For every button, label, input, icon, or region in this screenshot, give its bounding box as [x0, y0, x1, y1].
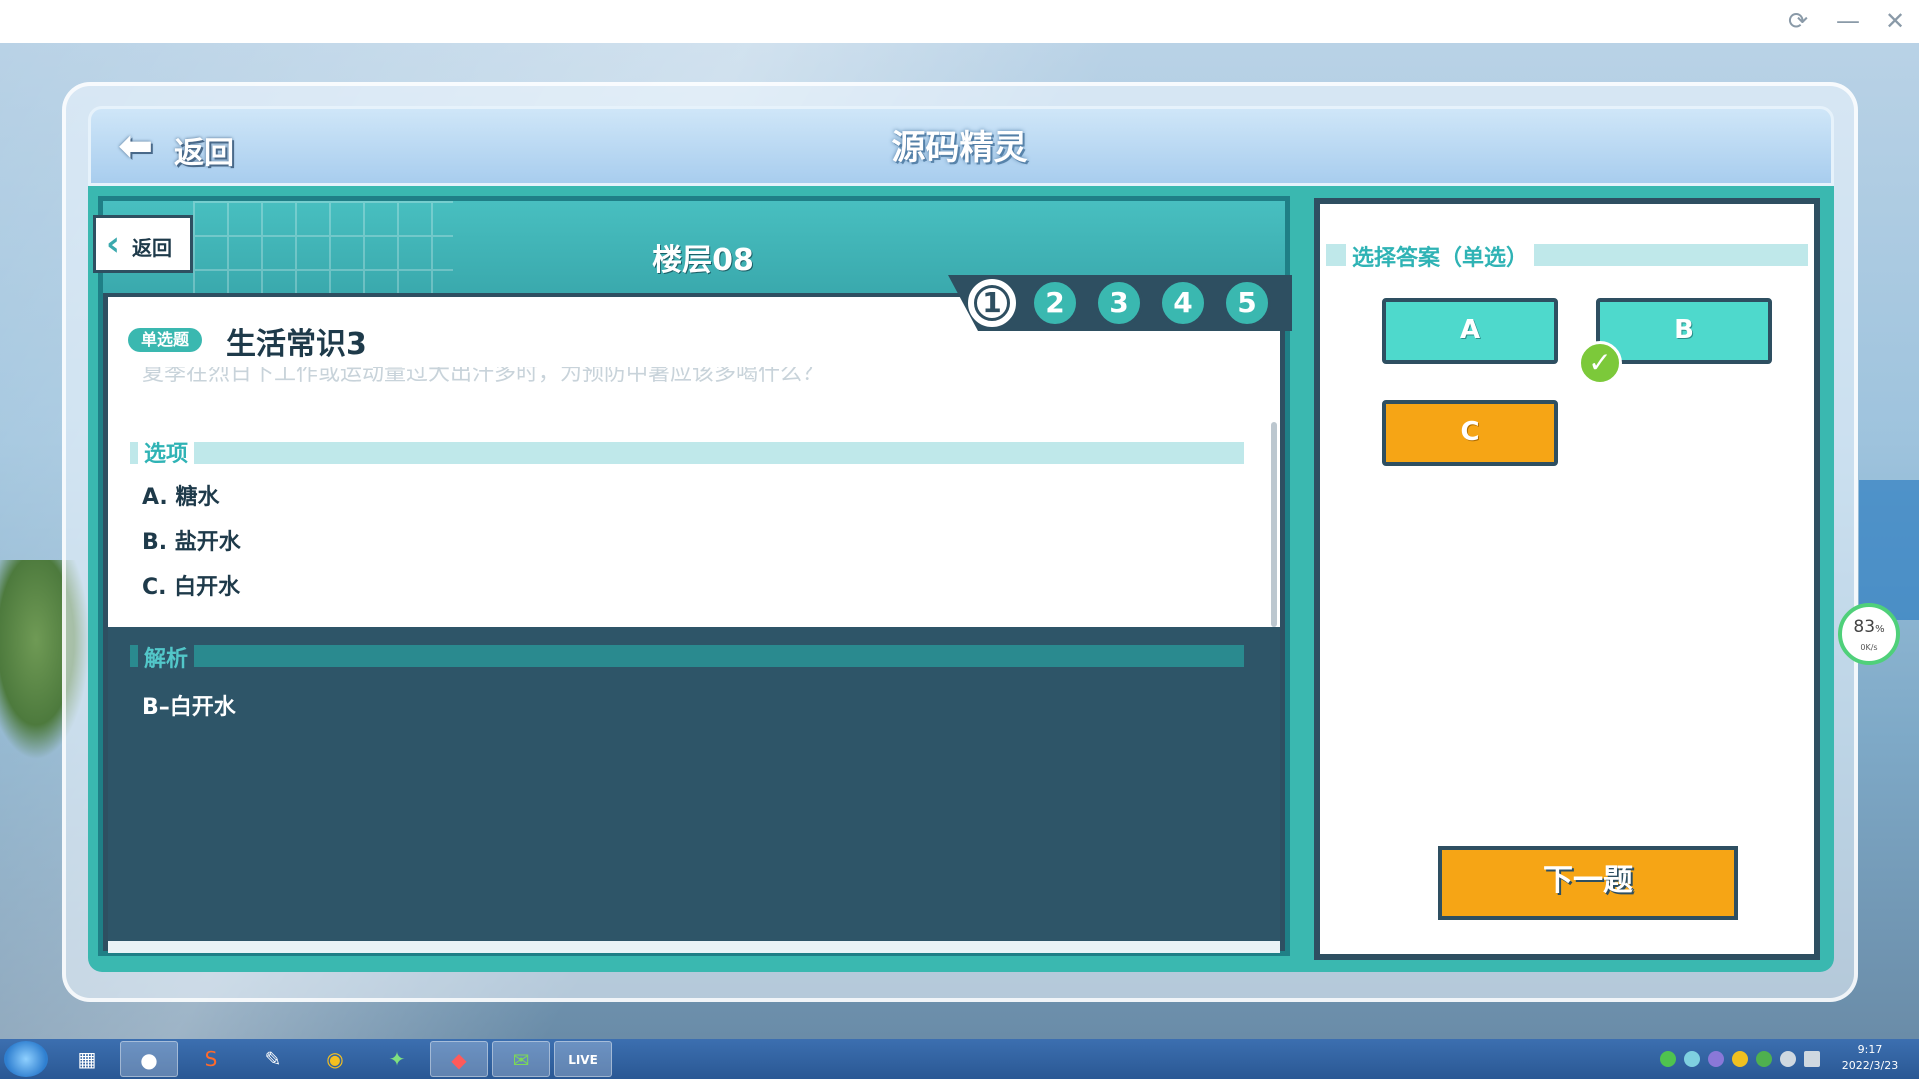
answer-panel: 选择答案（单选） A B ✓ C 下一题: [1314, 198, 1820, 960]
wechat-icon[interactable]: ✉: [492, 1041, 550, 1077]
answer-section-bar: 选择答案（单选）: [1326, 240, 1808, 272]
sogou-icon[interactable]: S: [182, 1041, 240, 1077]
answer-label: 选择答案（单选）: [1346, 240, 1535, 272]
floor-back-label: 返回: [132, 236, 172, 260]
clock-date: 2022/3/23: [1841, 1059, 1899, 1072]
question-type-badge: 单选题: [128, 328, 202, 352]
step-5[interactable]: 5: [1223, 279, 1271, 327]
clock-time: 9:17: [1857, 1043, 1883, 1056]
floor-title: 楼层08: [652, 243, 754, 278]
step-2[interactable]: 2: [1031, 279, 1079, 327]
clock[interactable]: 9:17 2022/3/23: [1830, 1042, 1910, 1074]
options-scrollbar[interactable]: [1271, 422, 1277, 627]
app-title: 源码精灵: [891, 128, 1028, 168]
analysis-area: 解析 B–白开水: [108, 627, 1280, 947]
refresh-icon[interactable]: ⟳: [1782, 6, 1814, 36]
question-text: 夏季在烈日下工作或运动量过大出汗多时，为预防中暑应该多喝什么？: [142, 367, 825, 386]
live-app-icon[interactable]: LIVE: [554, 1041, 612, 1077]
step-1-label: 1: [974, 285, 1010, 321]
options-label: 选项: [138, 436, 195, 468]
penguin-game-icon[interactable]: ●: [120, 1041, 178, 1077]
option-b: B. 盐开水: [142, 530, 241, 555]
analysis-label: 解析: [138, 641, 195, 673]
answer-a-button[interactable]: A: [1382, 298, 1558, 364]
background-sign: [1859, 480, 1919, 620]
performance-widget[interactable]: 83% 0K/s: [1838, 603, 1900, 665]
calculator-icon[interactable]: ▦: [58, 1041, 116, 1077]
step-1[interactable]: 1: [968, 279, 1016, 327]
network-tray-icon[interactable]: [1684, 1051, 1700, 1067]
option-a: A. 糖水: [142, 485, 220, 510]
analysis-section-bar: 解析: [130, 641, 1244, 673]
wechat-tray-icon[interactable]: [1660, 1051, 1676, 1067]
security-tray-icon[interactable]: [1732, 1051, 1748, 1067]
display-tray-icon[interactable]: [1804, 1051, 1820, 1067]
checkmark-icon: ✓: [1578, 341, 1622, 385]
step-4[interactable]: 4: [1159, 279, 1207, 327]
next-question-button[interactable]: 下一题: [1438, 846, 1738, 920]
minimize-icon[interactable]: —: [1832, 6, 1864, 36]
options-section-bar: 选项: [130, 436, 1244, 468]
floor-back-button[interactable]: ‹ 返回: [93, 215, 193, 273]
answer-b-button[interactable]: B: [1596, 298, 1772, 364]
step-3[interactable]: 3: [1095, 279, 1143, 327]
network-speed: 0K/s: [1860, 643, 1878, 652]
app-tray-icon[interactable]: [1708, 1051, 1724, 1067]
answer-c-button[interactable]: C: [1382, 400, 1558, 466]
shield-tray-icon[interactable]: [1756, 1051, 1772, 1067]
chevron-left-icon: ‹: [106, 224, 121, 264]
volume-tray-icon[interactable]: [1780, 1051, 1796, 1067]
taskbar: ▦ ● S ✎ ◉ ✦ ◆ ✉ LIVE 9:17 2022/3/23: [0, 1039, 1919, 1079]
performance-percent-unit: %: [1875, 624, 1885, 635]
analysis-text: B–白开水: [142, 695, 236, 720]
game-app-icon[interactable]: ◆: [430, 1041, 488, 1077]
browser-game-icon[interactable]: ✦: [368, 1041, 426, 1077]
window-titlebar: ⟳ — ✕: [0, 0, 1919, 43]
panel-bottom-edge: [108, 941, 1280, 953]
close-icon[interactable]: ✕: [1879, 6, 1911, 36]
start-button[interactable]: [4, 1041, 48, 1077]
question-title: 生活常识3: [226, 327, 367, 362]
question-area: 单选题 生活常识3 夏季在烈日下工作或运动量过大出汗多时，为预防中暑应该多喝什么…: [108, 297, 1280, 627]
option-c: C. 白开水: [142, 575, 241, 600]
question-step-tabs: 1 2 3 4 5: [948, 275, 1292, 331]
chrome-icon[interactable]: ◉: [306, 1041, 364, 1077]
feather-tool-icon[interactable]: ✎: [244, 1041, 302, 1077]
performance-percent-value: 83: [1853, 617, 1876, 637]
performance-percent: 83%: [1842, 617, 1896, 637]
